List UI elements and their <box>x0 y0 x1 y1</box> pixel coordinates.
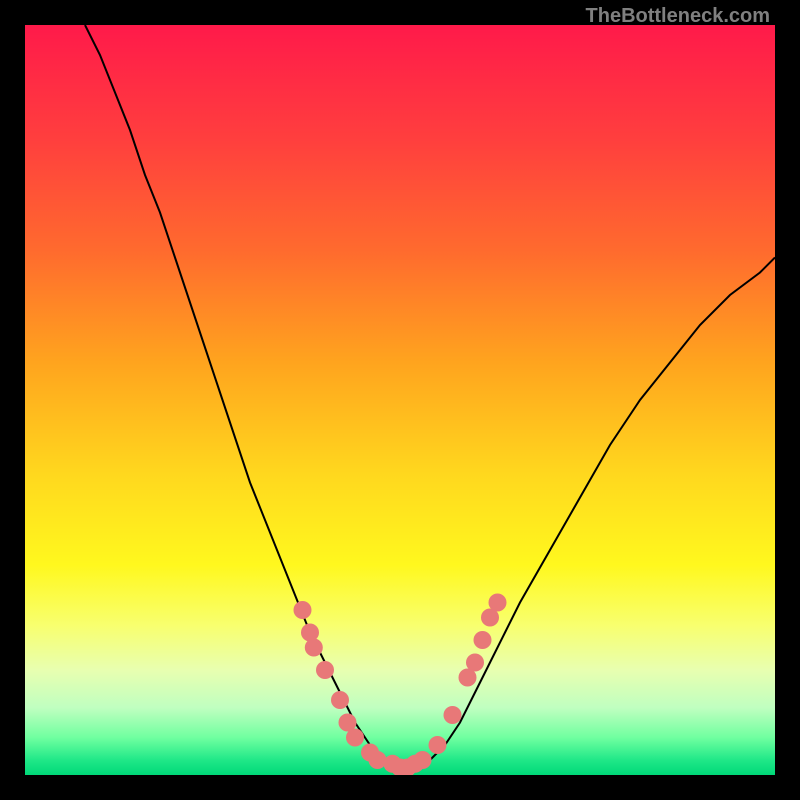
data-marker <box>305 639 323 657</box>
data-marker <box>474 631 492 649</box>
data-marker <box>316 661 334 679</box>
data-marker <box>414 751 432 769</box>
watermark-text: TheBottleneck.com <box>586 5 770 28</box>
data-marker <box>346 729 364 747</box>
data-marker <box>444 706 462 724</box>
gradient-background <box>25 25 775 775</box>
data-marker <box>331 691 349 709</box>
chart-plot-area <box>25 25 775 775</box>
data-marker <box>466 654 484 672</box>
data-marker <box>489 594 507 612</box>
data-marker <box>369 751 387 769</box>
bottleneck-chart <box>25 25 775 775</box>
data-marker <box>301 624 319 642</box>
data-marker <box>429 736 447 754</box>
data-marker <box>294 601 312 619</box>
